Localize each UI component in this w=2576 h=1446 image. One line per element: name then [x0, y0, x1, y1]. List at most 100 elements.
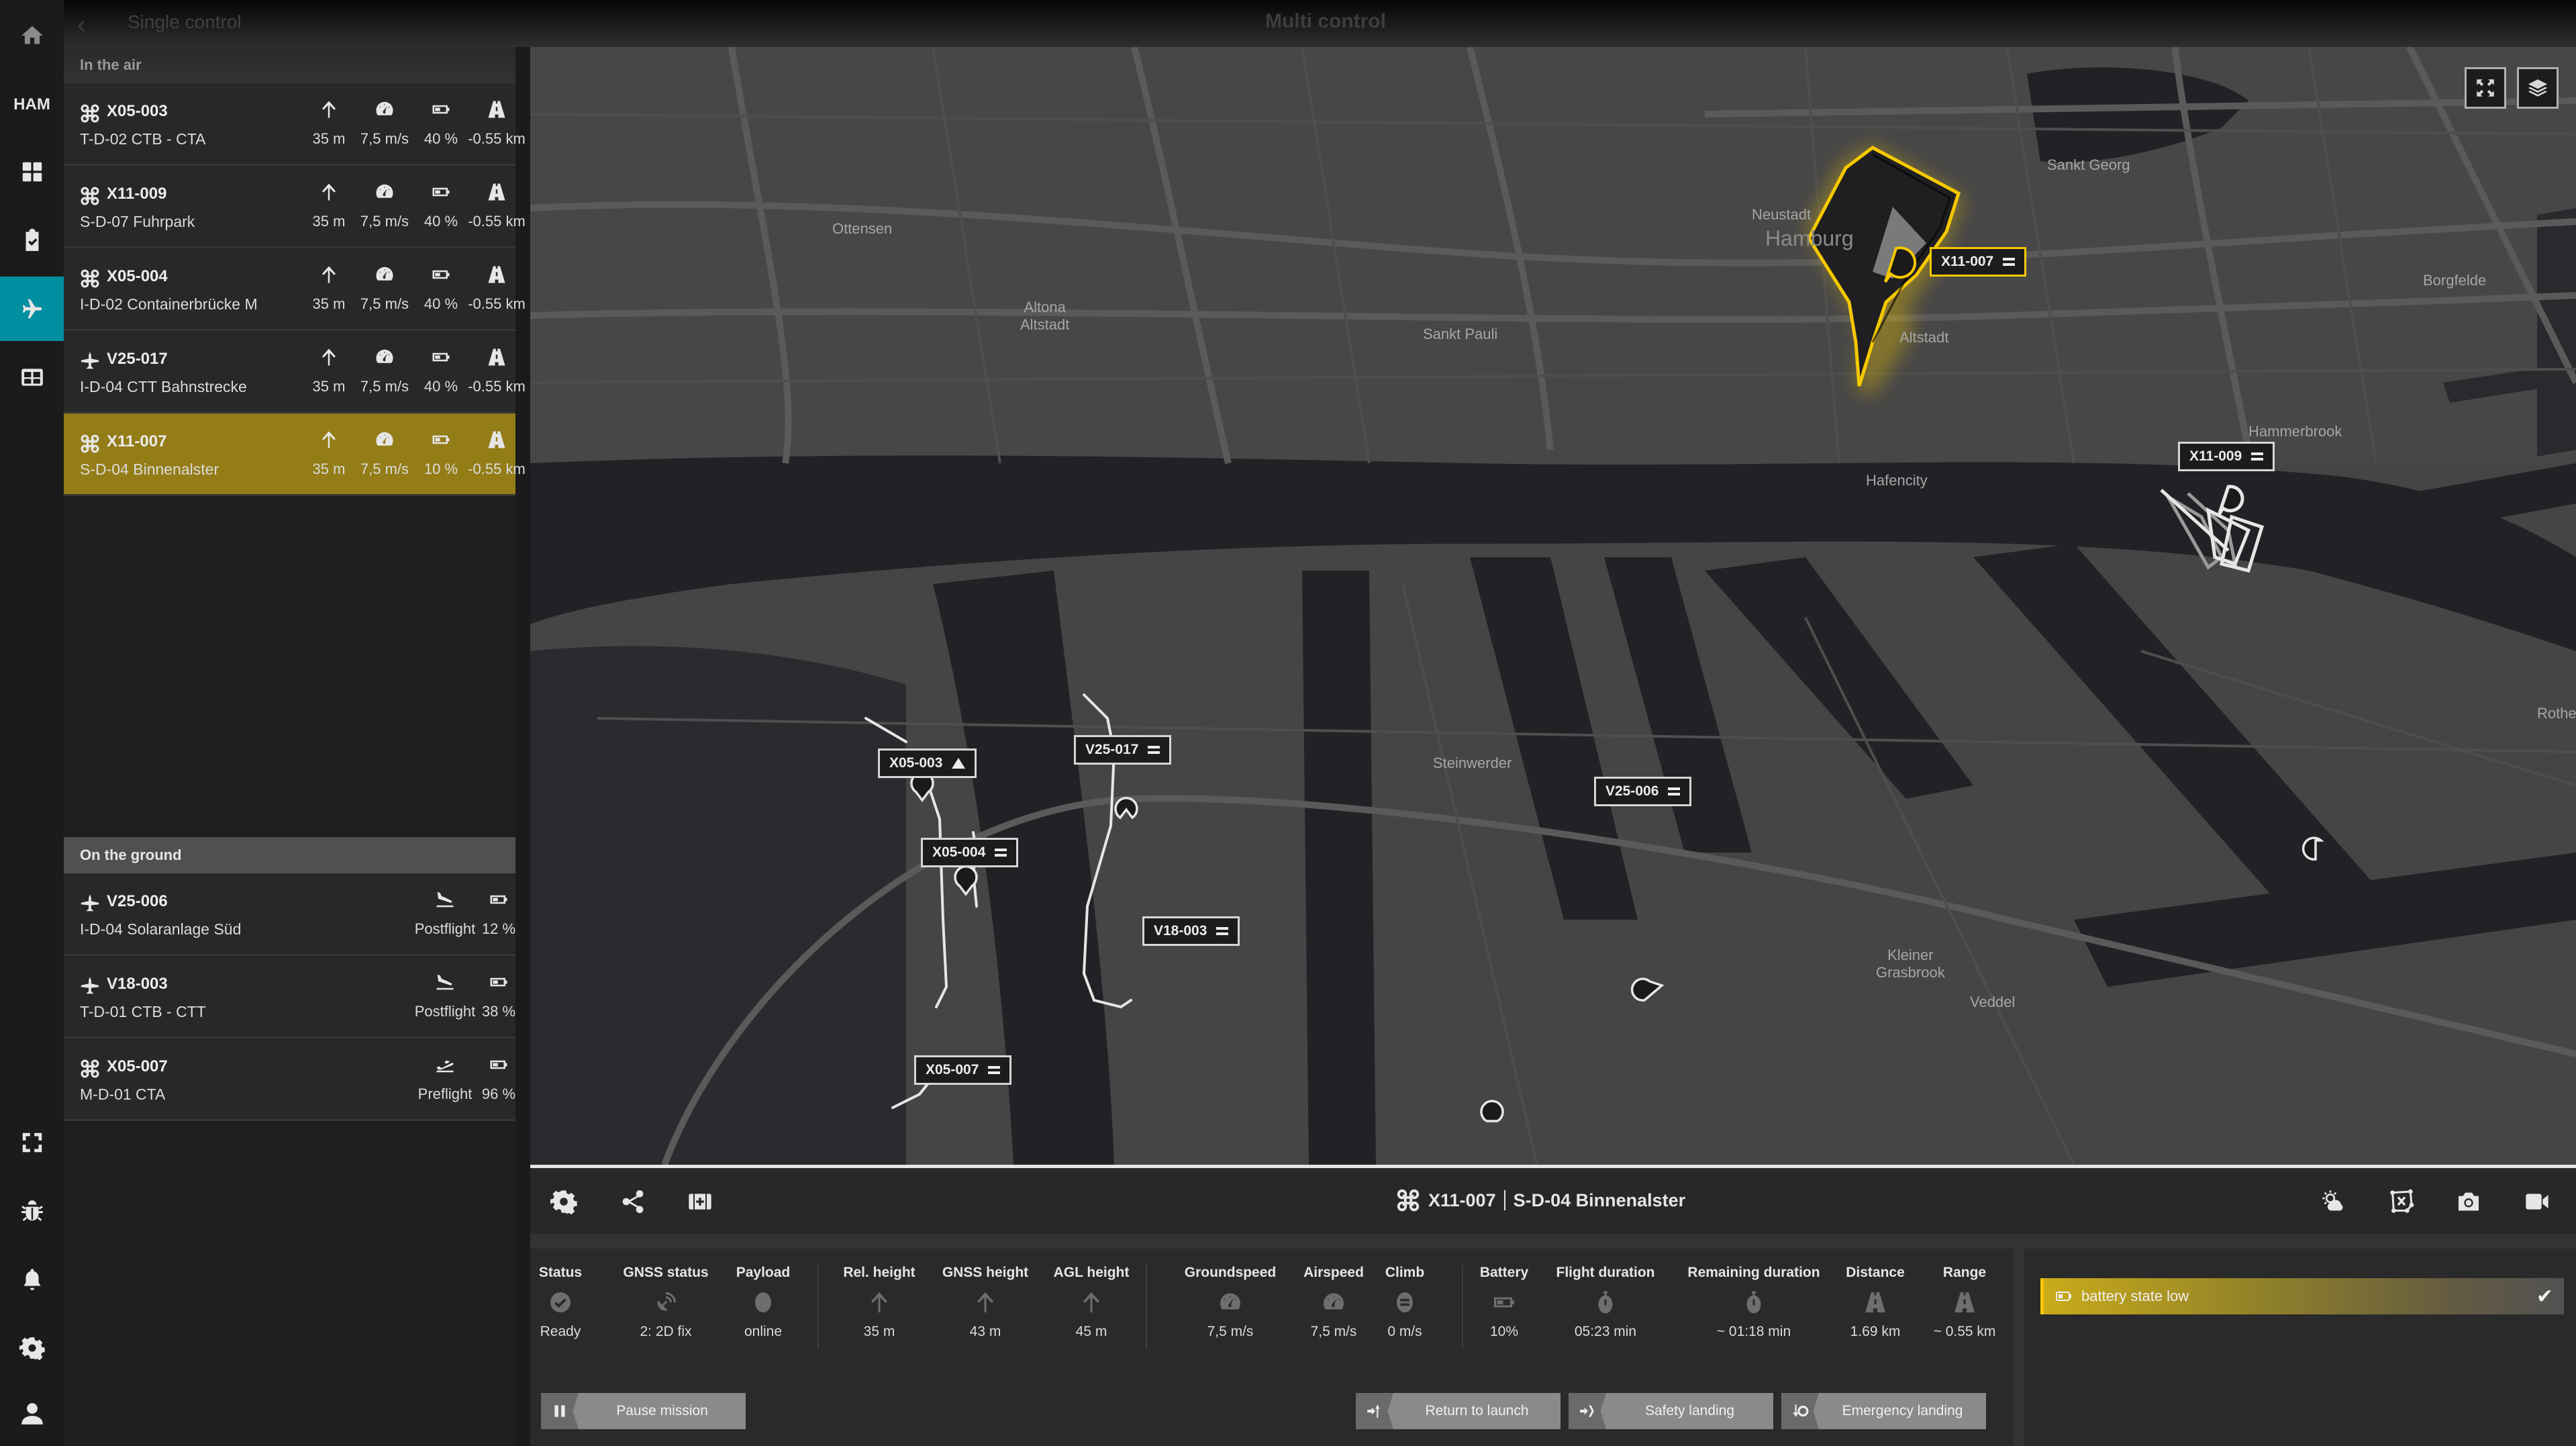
- weather-button[interactable]: [2320, 1188, 2347, 1215]
- detail-settings-button[interactable]: [550, 1188, 577, 1215]
- vehicle-row-x05-003[interactable]: X05-003 T-D-02 CTB - CTA 35 m 7,5 m/s 40 % -0…: [64, 83, 526, 166]
- detail-medkit-button[interactable]: [687, 1188, 713, 1215]
- place-label: Neustadt: [1752, 206, 1812, 223]
- vehicle-row-x05-004[interactable]: X05-004 I-D-02 Containerbrücke M 35 m 7,5 m…: [64, 248, 526, 331]
- rail-notifications[interactable]: [0, 1247, 64, 1312]
- arrow-up-icon: [977, 1292, 993, 1312]
- vehicle-id: V25-006: [107, 892, 168, 910]
- camera-icon: [2459, 1192, 2479, 1211]
- weather-icon: [2322, 1190, 2343, 1211]
- rail-profile[interactable]: [0, 1382, 64, 1446]
- menu-icon[interactable]: [995, 849, 1007, 857]
- medical-kit-icon: [689, 1194, 711, 1210]
- chevron-left-icon[interactable]: ‹: [77, 11, 86, 40]
- map-tag-v25-017[interactable]: V25-017: [1074, 735, 1172, 765]
- tag-id: X11-009: [2189, 448, 2242, 464]
- canal: [2537, 208, 2576, 456]
- selected-vehicle-id: X11-007: [1428, 1190, 1496, 1210]
- telemetry-label: Payload: [736, 1265, 791, 1280]
- vehicle-mission: I-D-04 Solaranlage Süd: [80, 920, 242, 938]
- rail-home[interactable]: [0, 3, 64, 68]
- rail-settings[interactable]: [0, 1316, 64, 1380]
- multicopter-icon: [81, 434, 99, 453]
- geofence-button[interactable]: [2388, 1188, 2415, 1215]
- menu-icon[interactable]: [1668, 787, 1681, 796]
- alert-text: battery state low: [2081, 1288, 2189, 1304]
- place-label: Steinwerder: [1433, 755, 1512, 771]
- metric-battery: 96 %: [472, 1055, 526, 1102]
- harbour-basin: [1302, 571, 1376, 1165]
- metric-phase: Postflight: [415, 972, 475, 1020]
- map-tag-x05-007[interactable]: X05-007: [914, 1055, 1012, 1085]
- map-fullscreen-button[interactable]: [2465, 67, 2506, 109]
- place-label: Hamburg: [1765, 226, 1854, 250]
- map-tag-v25-006[interactable]: V25-006: [1594, 777, 1692, 806]
- map-view[interactable]: Ottensen Altona Altstadt Sankt Pauli Neu…: [530, 47, 2576, 1165]
- map-layers-button[interactable]: [2517, 67, 2559, 109]
- map-tag-x05-003[interactable]: X05-003: [878, 749, 977, 778]
- speedometer-icon: [376, 432, 393, 446]
- emergency-landing-button[interactable]: Emergency landing: [1781, 1393, 1986, 1429]
- speedometer-icon: [1220, 1293, 1240, 1310]
- road-icon: [488, 431, 505, 448]
- stopwatch-icon: [1598, 1291, 1613, 1314]
- map-tag-v18-003[interactable]: V18-003: [1142, 916, 1240, 946]
- return-to-launch-button[interactable]: Return to launch: [1356, 1393, 1561, 1429]
- arrow-up-icon: [322, 183, 336, 201]
- battery-icon: [490, 895, 507, 904]
- vehicle-mission: S-D-04 Binnenalster: [80, 461, 219, 478]
- menu-icon[interactable]: [1216, 927, 1229, 935]
- vehicle-row-v25-006[interactable]: V25-006 I-D-04 Solaranlage Süd Postflight 1…: [64, 873, 515, 956]
- rail-fullscreen[interactable]: [0, 1110, 64, 1175]
- video-button[interactable]: [2524, 1188, 2550, 1215]
- safety-landing-button[interactable]: Safety landing: [1569, 1393, 1773, 1429]
- road-icon: [1865, 1292, 1885, 1312]
- menu-icon[interactable]: [2251, 452, 2264, 461]
- road-icon: [488, 266, 505, 283]
- detail-share-button[interactable]: [620, 1188, 646, 1215]
- rail-checklist[interactable]: [0, 208, 64, 273]
- metric-height: 35 m: [302, 182, 356, 230]
- rail-table[interactable]: [0, 345, 64, 409]
- battery-icon: [490, 1060, 507, 1069]
- telemetry-icon: [1742, 1290, 1766, 1314]
- metric-battery: 10 %: [414, 430, 468, 477]
- rail-location[interactable]: HAM: [0, 73, 64, 137]
- battery-low-icon: [2056, 1292, 2071, 1301]
- vehicle-row-x11-007[interactable]: X11-007 S-D-04 Binnenalster 35 m 7,5 m/s 10 …: [64, 414, 526, 496]
- x05-007-marker: [1480, 1100, 1504, 1122]
- telemetry-range: Range ~ 0.55 km: [1897, 1265, 2032, 1340]
- metric-battery-value: 12 %: [481, 920, 516, 937]
- vehicle-row-v18-003[interactable]: V18-003 T-D-01 CTB - CTT Postflight 38 %: [64, 956, 515, 1039]
- rail-dashboard[interactable]: [0, 140, 64, 204]
- battery-icon: [490, 977, 507, 987]
- place-label: Borgfelde: [2423, 272, 2487, 289]
- metric-height: 35 m: [302, 430, 356, 477]
- metric-battery: 38 %: [472, 972, 526, 1020]
- vehicle-row-x11-009[interactable]: X11-009 S-D-07 Fuhrpark 35 m 7,5 m/s 40 % -0.…: [64, 166, 526, 248]
- vehicle-row-x05-007[interactable]: X05-007 M-D-01 CTA Preflight 96 %: [64, 1039, 515, 1121]
- map-tag-x11-009[interactable]: X11-009: [2178, 442, 2275, 471]
- pause-mission-button[interactable]: Pause mission: [541, 1393, 746, 1429]
- single-control-link[interactable]: Single control: [128, 11, 242, 33]
- multicopter-icon: [81, 104, 99, 123]
- menu-icon[interactable]: [988, 1066, 1001, 1074]
- vehicle-type-icon: [80, 269, 100, 289]
- camera-button[interactable]: [2455, 1188, 2482, 1215]
- rail-debug[interactable]: [0, 1179, 64, 1243]
- map-tag-x05-004[interactable]: X05-004: [921, 838, 1019, 867]
- alert-battery-low[interactable]: battery state low ✔: [2040, 1278, 2564, 1314]
- arrow-up-icon: [322, 348, 336, 366]
- arrow-up-icon: [322, 431, 336, 448]
- rail-flights[interactable]: [0, 277, 64, 341]
- landing-icon: [436, 974, 454, 990]
- menu-icon[interactable]: [2003, 258, 2016, 266]
- on-ground-list: V25-006 I-D-04 Solaranlage Süd Postflight 1…: [64, 873, 515, 1121]
- place-label: Rothenbu: [2537, 705, 2576, 722]
- map-tag-x11-007[interactable]: X11-007: [1930, 247, 2027, 277]
- menu-icon[interactable]: [1148, 746, 1160, 754]
- vehicle-row-v25-017[interactable]: V25-017 I-D-04 CTT Bahnstrecke 35 m 7,5 m/s…: [64, 331, 526, 414]
- acknowledge-check-icon[interactable]: ✔: [2536, 1285, 2553, 1308]
- bug-icon: [21, 1200, 43, 1222]
- speedometer-icon: [376, 184, 393, 198]
